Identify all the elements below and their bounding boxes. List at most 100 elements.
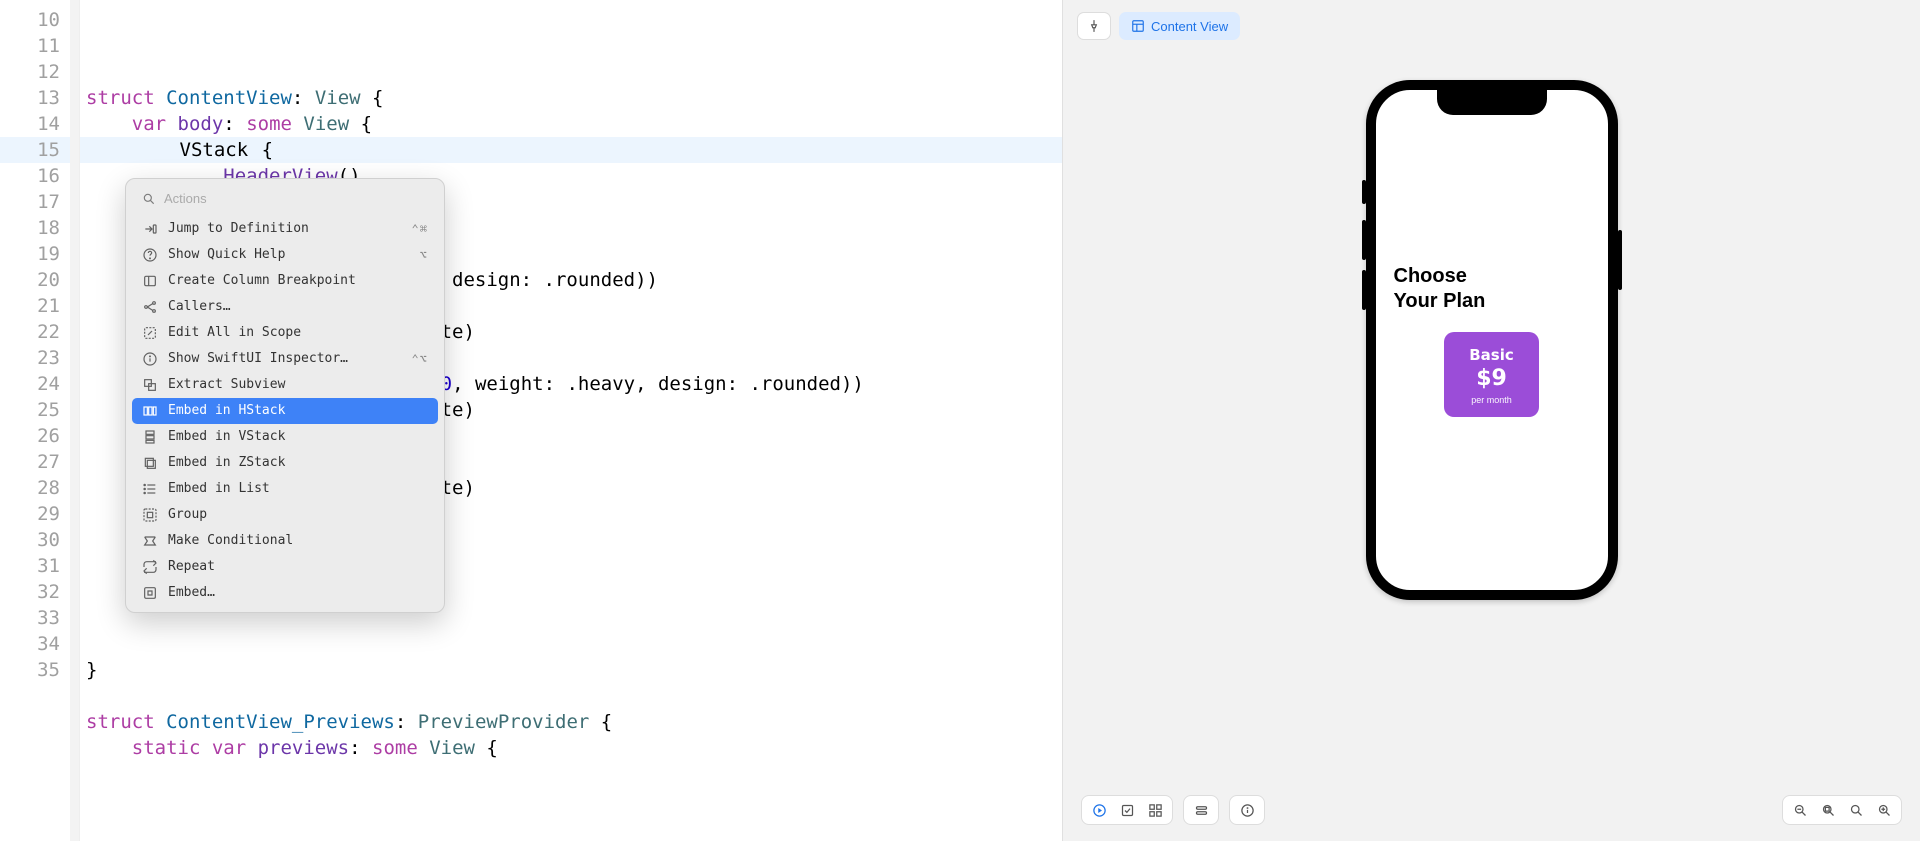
- code-line[interactable]: }: [80, 657, 1062, 683]
- context-menu-item-label: Embed in VStack: [168, 424, 428, 450]
- context-menu-item-label: Embed in List: [168, 476, 428, 502]
- context-menu-item[interactable]: Repeat: [132, 554, 438, 580]
- line-number: 27: [0, 449, 70, 475]
- hstack-icon: [142, 403, 158, 419]
- context-menu-item-shortcut: ⌥: [420, 242, 428, 268]
- context-menu-item-label: Extract Subview: [168, 372, 428, 398]
- line-number: 17: [0, 189, 70, 215]
- line-number: 13: [0, 85, 70, 111]
- zoom-fit-button[interactable]: [1815, 797, 1841, 823]
- context-menu-item[interactable]: Embed in ZStack: [132, 450, 438, 476]
- selectable-preview-button[interactable]: [1114, 797, 1140, 823]
- plan-sub: per month: [1466, 395, 1517, 405]
- zoom-in-button[interactable]: [1871, 797, 1897, 823]
- context-menu-item[interactable]: Jump to Definition⌃⌘: [132, 216, 438, 242]
- line-number: 15: [0, 137, 70, 163]
- code-line[interactable]: [80, 631, 1062, 657]
- variants-button[interactable]: [1142, 797, 1168, 823]
- device-side-button: [1362, 180, 1366, 204]
- zoom-toolbar: [1782, 795, 1902, 825]
- device-settings-button[interactable]: [1188, 797, 1214, 823]
- group-icon: [142, 507, 158, 523]
- cond-icon: [142, 533, 158, 549]
- device-settings-toolbar: [1183, 795, 1219, 825]
- preview-target-chip[interactable]: Content View: [1119, 12, 1240, 40]
- line-number: 21: [0, 293, 70, 319]
- code-line[interactable]: [80, 683, 1062, 709]
- line-number: 11: [0, 33, 70, 59]
- line-number: 22: [0, 319, 70, 345]
- col-bp-icon: [142, 273, 158, 289]
- code-line[interactable]: struct ContentView_Previews: PreviewProv…: [80, 709, 1062, 735]
- context-menu-item-label: Jump to Definition: [168, 216, 402, 242]
- context-menu-item[interactable]: Group: [132, 502, 438, 528]
- repeat-icon: [142, 559, 158, 575]
- preview-mode-toolbar: [1081, 795, 1173, 825]
- plan-card: Basic $9 per month: [1444, 332, 1539, 417]
- context-menu-item[interactable]: Make Conditional: [132, 528, 438, 554]
- line-number: 19: [0, 241, 70, 267]
- gutter-bar: [70, 0, 80, 841]
- line-number: 20: [0, 267, 70, 293]
- preview-info-button[interactable]: [1234, 797, 1260, 823]
- context-menu-item[interactable]: Edit All in Scope: [132, 320, 438, 346]
- question-icon: [142, 247, 158, 263]
- context-menu-item[interactable]: Callers…: [132, 294, 438, 320]
- line-number: 34: [0, 631, 70, 657]
- line-number: 12: [0, 59, 70, 85]
- context-menu-item-label: Embed…: [168, 580, 428, 606]
- search-icon: [142, 192, 156, 206]
- pin-preview-button[interactable]: [1077, 12, 1111, 40]
- extract-icon: [142, 377, 158, 393]
- device-screen: Choose Your Plan Basic $9 per month: [1376, 90, 1608, 590]
- device-preview: Choose Your Plan Basic $9 per month: [1366, 80, 1618, 600]
- context-menu-item[interactable]: Show SwiftUI Inspector…⌃⌥: [132, 346, 438, 372]
- device-side-button: [1362, 220, 1366, 260]
- line-number: 25: [0, 397, 70, 423]
- code-line[interactable]: var body: some View {: [80, 111, 1062, 137]
- line-number: 33: [0, 605, 70, 631]
- info-icon: [142, 351, 158, 367]
- actions-context-menu[interactable]: Jump to Definition⌃⌘Show Quick Help⌥Crea…: [125, 178, 445, 613]
- line-number: 31: [0, 553, 70, 579]
- preview-target-label: Content View: [1151, 19, 1228, 34]
- zoom-out-button[interactable]: [1787, 797, 1813, 823]
- line-number: 35: [0, 657, 70, 683]
- actions-search-row: [132, 185, 438, 216]
- embed-icon: [142, 585, 158, 601]
- heading: Choose Your Plan: [1394, 264, 1590, 314]
- layout-icon: [1131, 19, 1145, 33]
- plan-price: $9: [1466, 366, 1517, 391]
- code-line[interactable]: struct ContentView: View {: [80, 85, 1062, 111]
- context-menu-item-label: Callers…: [168, 294, 428, 320]
- actions-search-input[interactable]: [164, 191, 428, 206]
- context-menu-item[interactable]: Embed in VStack: [132, 424, 438, 450]
- arrow-def-icon: [142, 221, 158, 237]
- context-menu-item-label: Show SwiftUI Inspector…: [168, 346, 402, 372]
- context-menu-item-label: Create Column Breakpoint: [168, 268, 428, 294]
- code-line[interactable]: VStack {: [80, 137, 1062, 163]
- context-menu-item-label: Repeat: [168, 554, 428, 580]
- code-editor[interactable]: 1011121314151617181920212223242526272829…: [0, 0, 1062, 841]
- line-number: 28: [0, 475, 70, 501]
- context-menu-item[interactable]: Extract Subview: [132, 372, 438, 398]
- plan-title: Basic: [1466, 346, 1517, 364]
- live-preview-button[interactable]: [1086, 797, 1112, 823]
- code-line[interactable]: static var previews: some View {: [80, 735, 1062, 761]
- zoom-actual-button[interactable]: [1843, 797, 1869, 823]
- context-menu-item[interactable]: Embed in List: [132, 476, 438, 502]
- context-menu-item-label: Group: [168, 502, 428, 528]
- line-number: 16: [0, 163, 70, 189]
- list-icon: [142, 481, 158, 497]
- context-menu-item[interactable]: Show Quick Help⌥: [132, 242, 438, 268]
- context-menu-item-label: Embed in HStack: [168, 398, 428, 424]
- context-menu-item[interactable]: Embed in HStack: [132, 398, 438, 424]
- line-number: 10: [0, 7, 70, 33]
- edit-scope-icon: [142, 325, 158, 341]
- context-menu-item[interactable]: Create Column Breakpoint: [132, 268, 438, 294]
- line-number: 18: [0, 215, 70, 241]
- context-menu-item[interactable]: Embed…: [132, 580, 438, 606]
- line-number: 29: [0, 501, 70, 527]
- context-menu-item-label: Edit All in Scope: [168, 320, 428, 346]
- zstack-icon: [142, 455, 158, 471]
